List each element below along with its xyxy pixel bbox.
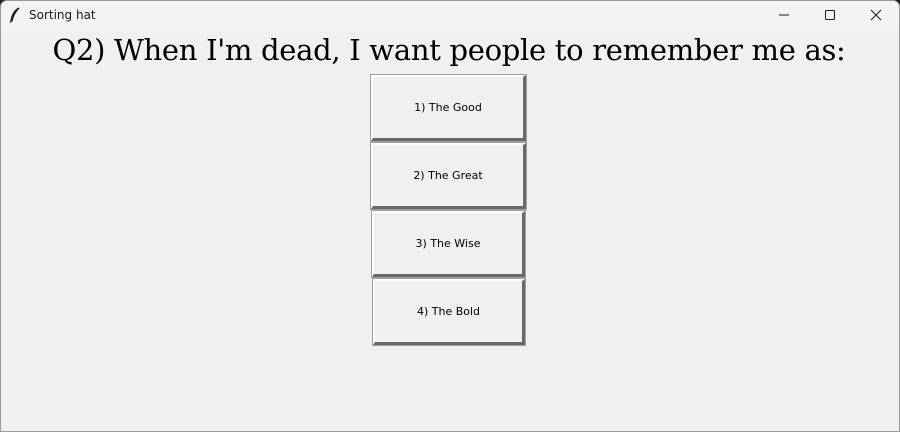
question-label: Q2) When I'm dead, I want people to reme… xyxy=(52,33,846,67)
answer-label: 1) The Good xyxy=(414,101,482,114)
app-window: Sorting hat Q2) When I'm dead, I want pe… xyxy=(0,0,900,432)
answer-label: 4) The Bold xyxy=(416,305,481,318)
minimize-button[interactable] xyxy=(761,1,807,30)
close-button[interactable] xyxy=(853,1,899,30)
answer-button-bold[interactable]: 4) The Bold xyxy=(372,278,526,346)
answer-button-good[interactable]: 1) The Good xyxy=(370,74,527,142)
feather-icon xyxy=(8,7,22,23)
answer-label: 3) The Wise xyxy=(415,237,481,250)
answer-label: 2) The Great xyxy=(413,169,483,182)
answer-button-great[interactable]: 2) The Great xyxy=(370,142,527,210)
close-icon xyxy=(870,6,882,25)
window-title: Sorting hat xyxy=(29,8,96,22)
answer-button-wise[interactable]: 3) The Wise xyxy=(371,210,526,278)
maximize-button[interactable] xyxy=(807,1,853,30)
maximize-icon xyxy=(824,6,836,25)
title-bar[interactable]: Sorting hat xyxy=(1,1,899,30)
minimize-icon xyxy=(778,6,790,25)
